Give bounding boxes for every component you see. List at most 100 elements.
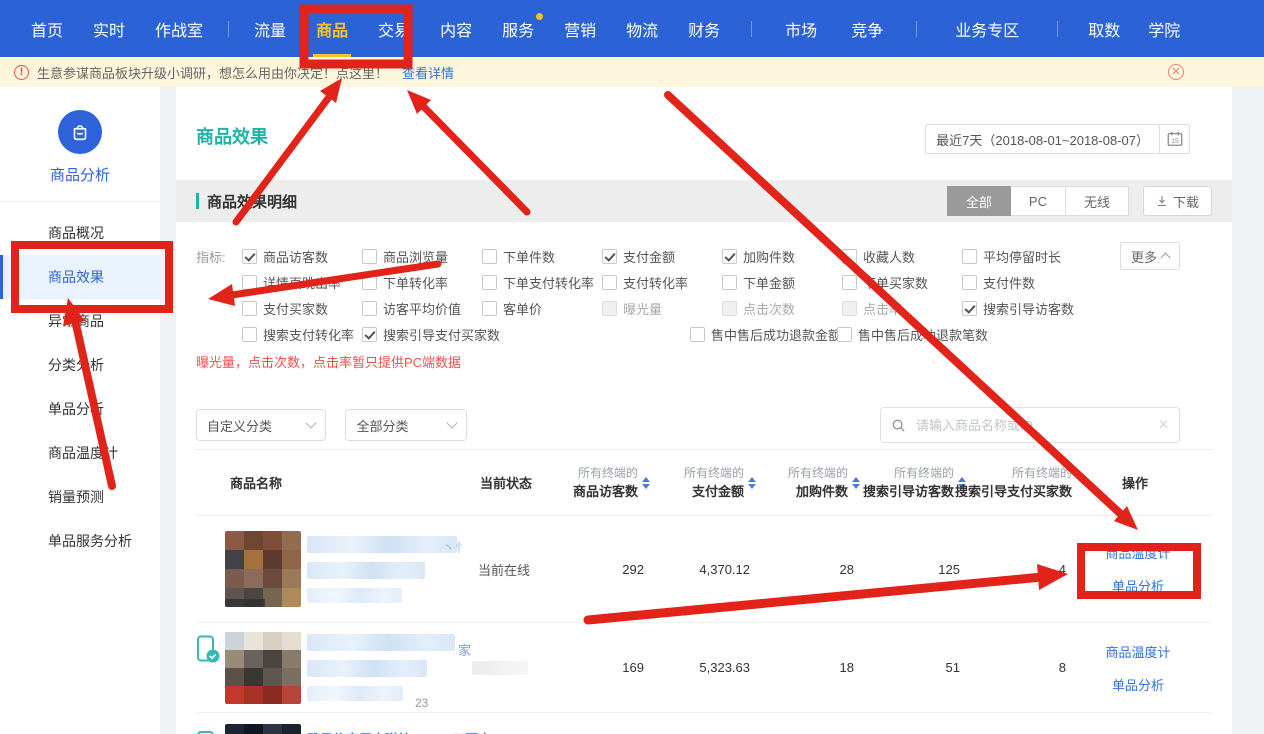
checkbox-icon[interactable] [242, 301, 257, 316]
terminal-tab-wireless[interactable]: 无线 [1066, 186, 1129, 216]
nav-item-traffic[interactable]: 流量 [254, 0, 286, 57]
metric-item[interactable]: 下单转化率 [362, 273, 482, 292]
checkbox-checked-icon[interactable] [362, 327, 377, 342]
nav-item-academy[interactable]: 学院 [1148, 0, 1180, 57]
sidebar-item-abnormal-products[interactable]: 异常商品 [0, 299, 160, 343]
pay-amount-cell: 5,323.63 [656, 660, 762, 675]
nav-item-market[interactable]: 市场 [785, 0, 817, 57]
nav-item-business-zone[interactable]: 业务专区 [955, 0, 1019, 57]
sidebar-title: 商品分析 [0, 164, 160, 185]
metric-item[interactable]: 访客平均价值 [362, 299, 482, 318]
sort-icon[interactable] [852, 477, 860, 489]
checkbox-icon[interactable] [602, 275, 617, 290]
checkbox-icon[interactable] [842, 275, 857, 290]
product-cell[interactable]: 雅贝信商用电磁炉5000W凹面大 [196, 721, 716, 734]
metric-item[interactable]: 详情页跳出率 [242, 273, 362, 292]
metric-item[interactable]: 平均停留时长 [962, 247, 1102, 266]
product-title-link[interactable]: 雅贝信商用电磁炉5000W凹面大 [307, 729, 491, 734]
metric-item[interactable]: 下单金额 [722, 273, 842, 292]
checkbox-icon[interactable] [482, 275, 497, 290]
metric-item[interactable]: 加购件数 [722, 247, 842, 266]
date-range-picker[interactable]: 最近7天（2018-08-01~2018-08-07） 15 [925, 124, 1190, 154]
table-row-partial: 雅贝信商用电磁炉5000W凹面大 [196, 713, 1212, 734]
checkbox-icon[interactable] [482, 301, 497, 316]
checkbox-icon[interactable] [842, 249, 857, 264]
metric-item[interactable]: 支付转化率 [602, 273, 722, 292]
sidebar-item-product-overview[interactable]: 商品概况 [0, 211, 160, 255]
clear-search-icon[interactable]: ✕ [1158, 417, 1169, 433]
calendar-icon[interactable]: 15 [1159, 125, 1189, 153]
nav-item-finance[interactable]: 财务 [688, 0, 720, 57]
single-product-analysis-link[interactable]: 单品分析 [1112, 576, 1164, 595]
metric-item[interactable]: 支付买家数 [242, 299, 362, 318]
layout-gap [160, 87, 176, 734]
checkbox-icon[interactable] [690, 327, 705, 342]
product-thermometer-link[interactable]: 商品温度计 [1105, 543, 1170, 562]
checkbox-checked-icon[interactable] [242, 249, 257, 264]
close-icon[interactable]: ✕ [1168, 64, 1184, 80]
column-header-visitors: 所有终端的 商品访客数 [561, 464, 656, 502]
checkbox-icon[interactable] [362, 301, 377, 316]
nav-item-trade[interactable]: 交易 [378, 0, 410, 57]
checkbox-icon[interactable] [962, 275, 977, 290]
search-input[interactable] [914, 417, 1158, 434]
metric-item[interactable]: 商品访客数 [242, 247, 362, 266]
checkbox-icon[interactable] [837, 327, 852, 342]
product-cell[interactable]: 家 23 [196, 632, 461, 704]
more-metrics-button[interactable]: 更多 [1120, 242, 1180, 270]
metric-item[interactable]: 搜索引导访客数 [962, 299, 1102, 318]
single-product-analysis-link[interactable]: 单品分析 [1112, 675, 1164, 694]
metric-item[interactable]: 支付金额 [602, 247, 722, 266]
checkbox-checked-icon[interactable] [602, 249, 617, 264]
product-cell[interactable]: 丶忄 [196, 531, 461, 607]
checkbox-icon[interactable] [962, 249, 977, 264]
sidebar-item-product-effect[interactable]: 商品效果 [0, 255, 160, 299]
nav-item-service[interactable]: 服务 [502, 0, 534, 57]
metric-name: 搜索引导支付买家数 [955, 482, 1072, 502]
sort-icon[interactable] [642, 477, 650, 489]
nav-item-competition[interactable]: 竞争 [851, 0, 883, 57]
metric-item[interactable]: 搜索支付转化率 [242, 325, 362, 344]
checkbox-icon[interactable] [242, 275, 257, 290]
custom-category-select[interactable]: 自定义分类 [196, 409, 326, 441]
nav-item-realtime[interactable]: 实时 [93, 0, 125, 57]
notice-detail-link[interactable]: 查看详情 [402, 63, 454, 82]
cart-items-cell: 18 [762, 660, 866, 675]
nav-item-data-fetch[interactable]: 取数 [1088, 0, 1120, 57]
product-thermometer-link[interactable]: 商品温度计 [1105, 642, 1170, 661]
metric-item[interactable]: 支付件数 [962, 273, 1102, 292]
wireless-verified-icon [196, 632, 225, 668]
metric-item[interactable]: 商品浏览量 [362, 247, 482, 266]
nav-item-product[interactable]: 商品 [316, 0, 348, 57]
sidebar-item-single-product-analysis[interactable]: 单品分析 [0, 387, 160, 431]
metric-item[interactable]: 下单件数 [482, 247, 602, 266]
checkbox-icon[interactable] [722, 275, 737, 290]
metric-item[interactable]: 客单价 [482, 299, 602, 318]
checkbox-checked-icon[interactable] [722, 249, 737, 264]
all-category-select[interactable]: 全部分类 [345, 409, 467, 441]
nav-item-content[interactable]: 内容 [440, 0, 472, 57]
checkbox-icon[interactable] [482, 249, 497, 264]
checkbox-icon[interactable] [362, 275, 377, 290]
nav-item-logistics[interactable]: 物流 [626, 0, 658, 57]
metric-item[interactable]: 下单买家数 [842, 273, 962, 292]
sidebar-item-product-thermometer[interactable]: 商品温度计 [0, 431, 160, 475]
sidebar-item-sales-forecast[interactable]: 销量预测 [0, 475, 160, 519]
nav-item-warroom[interactable]: 作战室 [155, 0, 203, 57]
metric-item[interactable]: 售中售后成功退款笔数 [837, 325, 988, 344]
sidebar-item-single-product-service[interactable]: 单品服务分析 [0, 519, 160, 563]
metric-item[interactable]: 收藏人数 [842, 247, 962, 266]
metric-item[interactable]: 售中售后成功退款金额 [690, 325, 837, 344]
checkbox-checked-icon[interactable] [962, 301, 977, 316]
sidebar-item-category-analysis[interactable]: 分类分析 [0, 343, 160, 387]
nav-item-home[interactable]: 首页 [31, 0, 63, 57]
nav-item-marketing[interactable]: 营销 [564, 0, 596, 57]
terminal-tab-all[interactable]: 全部 [947, 186, 1011, 216]
download-button[interactable]: 下载 [1143, 186, 1212, 216]
metric-item[interactable]: 搜索引导支付买家数 [362, 325, 690, 344]
metric-item[interactable]: 下单支付转化率 [482, 273, 602, 292]
checkbox-icon[interactable] [242, 327, 257, 342]
sort-icon[interactable] [748, 477, 756, 489]
checkbox-icon[interactable] [362, 249, 377, 264]
terminal-tab-pc[interactable]: PC [1011, 186, 1066, 216]
